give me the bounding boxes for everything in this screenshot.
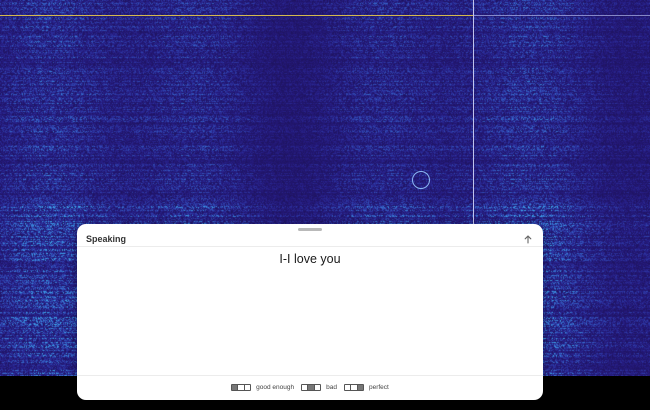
rating-perfect-icon bbox=[343, 383, 364, 391]
panel-header: Speaking bbox=[77, 232, 543, 252]
rating-good-enough-icon bbox=[231, 383, 252, 391]
mouse-pointer-ring bbox=[412, 171, 430, 189]
rating-bad[interactable]: bad bbox=[301, 383, 337, 391]
rating-perfect-label: perfect bbox=[368, 383, 389, 391]
speaking-panel: Speaking I-I love you good enough bad pe… bbox=[77, 224, 543, 400]
rating-good-enough[interactable]: good enough bbox=[231, 383, 295, 391]
rating-options: good enough bad perfect bbox=[77, 381, 543, 393]
drag-handle[interactable] bbox=[298, 228, 322, 231]
panel-title: Speaking bbox=[86, 234, 127, 244]
rating-perfect[interactable]: perfect bbox=[343, 383, 389, 391]
app-stage: Speaking I-I love you good enough bad pe… bbox=[0, 0, 650, 410]
rating-bad-label: bad bbox=[326, 383, 337, 391]
arrow-up-icon-glyph bbox=[524, 234, 532, 244]
rating-good-enough-label: good enough bbox=[256, 383, 295, 391]
rating-bad-icon bbox=[301, 383, 322, 391]
footer-divider bbox=[77, 375, 543, 376]
arrow-up-icon[interactable] bbox=[521, 232, 535, 246]
highlight-marker-line bbox=[0, 15, 473, 16]
marker-line-continuation bbox=[474, 15, 650, 16]
transcript-text: I-I love you bbox=[279, 252, 341, 266]
header-divider bbox=[77, 246, 543, 247]
